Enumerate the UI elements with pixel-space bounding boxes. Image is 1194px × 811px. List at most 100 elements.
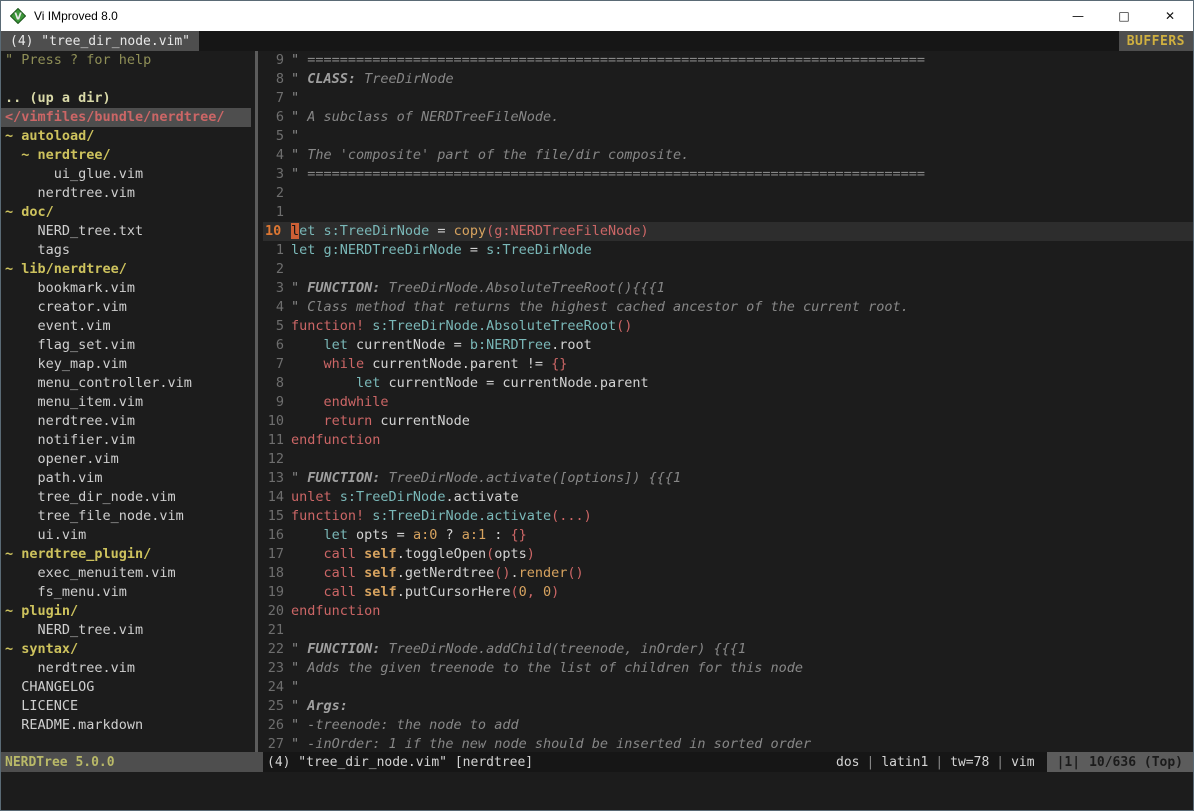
tab-tree-dir-node[interactable]: (4) "tree_dir_node.vim"	[1, 31, 199, 51]
code-line[interactable]: 4" The 'composite' part of the file/dir …	[263, 146, 1193, 165]
tree-item[interactable]: ~ syntax/	[1, 640, 251, 659]
tree-item[interactable]: event.vim	[1, 317, 251, 336]
line-number: 10	[263, 222, 291, 241]
line-number: 9	[263, 51, 291, 70]
tree-item[interactable]: tree_dir_node.vim	[1, 488, 251, 507]
tree-item[interactable]: key_map.vim	[1, 355, 251, 374]
code-line[interactable]: 6" A subclass of NERDTreeFileNode.	[263, 108, 1193, 127]
tree-item[interactable]: " Press ? for help	[1, 51, 251, 70]
code-line[interactable]: 7"	[263, 89, 1193, 108]
code-line[interactable]: 18 call self.getNerdtree().render()	[263, 564, 1193, 583]
code-line[interactable]: 15function! s:TreeDirNode.activate(...)	[263, 507, 1193, 526]
code-line[interactable]: 12	[263, 450, 1193, 469]
code-line[interactable]: 23" Adds the given treenode to the list …	[263, 659, 1193, 678]
code-line[interactable]: 24"	[263, 678, 1193, 697]
code-line[interactable]: 21	[263, 621, 1193, 640]
tree-item[interactable]: creator.vim	[1, 298, 251, 317]
code-line[interactable]: 1let g:NERDTreeDirNode = s:TreeDirNode	[263, 241, 1193, 260]
tree-item[interactable]: flag_set.vim	[1, 336, 251, 355]
code-line[interactable]: 3" =====================================…	[263, 165, 1193, 184]
code-line[interactable]: 11endfunction	[263, 431, 1193, 450]
tree-item[interactable]: </vimfiles/bundle/nerdtree/	[1, 108, 251, 127]
tree-item[interactable]: .. (up a dir)	[1, 89, 251, 108]
close-button[interactable]: ✕	[1147, 1, 1193, 31]
line-number: 3	[263, 165, 291, 184]
cursor-block: l	[291, 223, 299, 239]
tree-item[interactable]: menu_controller.vim	[1, 374, 251, 393]
code-line[interactable]: 10 return currentNode	[263, 412, 1193, 431]
vertical-split-handle[interactable]	[251, 51, 263, 752]
line-text: while currentNode.parent != {}	[291, 355, 567, 374]
code-line[interactable]: 9 endwhile	[263, 393, 1193, 412]
tree-item[interactable]: ui_glue.vim	[1, 165, 251, 184]
line-text: " FUNCTION: TreeDirNode.addChild(treenod…	[291, 640, 746, 659]
nerdtree-panel: " Press ? for help .. (up a dir)</vimfile…	[1, 51, 251, 752]
tree-item[interactable]: ~ autoload/	[1, 127, 251, 146]
tree-item[interactable]: ~ nerdtree/	[1, 146, 251, 165]
tree-item[interactable]: ~ doc/	[1, 203, 251, 222]
code-line[interactable]: 2	[263, 184, 1193, 203]
tree-item[interactable]: LICENCE	[1, 697, 251, 716]
line-number: 8	[263, 374, 291, 393]
tree-item[interactable]: nerdtree.vim	[1, 184, 251, 203]
code-line[interactable]: 19 call self.putCursorHere(0, 0)	[263, 583, 1193, 602]
tree-item[interactable]: nerdtree.vim	[1, 659, 251, 678]
tree-item[interactable]: ui.vim	[1, 526, 251, 545]
tree-item[interactable]: fs_menu.vim	[1, 583, 251, 602]
code-line[interactable]: 6 let currentNode = b:NERDTree.root	[263, 336, 1193, 355]
code-line[interactable]: 4" Class method that returns the highest…	[263, 298, 1193, 317]
code-line[interactable]: 16 let opts = a:0 ? a:1 : {}	[263, 526, 1193, 545]
status-flag: dos	[836, 755, 859, 770]
tree-item[interactable]: tree_file_node.vim	[1, 507, 251, 526]
line-number: 5	[263, 317, 291, 336]
code-line[interactable]: 26" -treenode: the node to add	[263, 716, 1193, 735]
command-line	[1, 772, 1193, 810]
code-line[interactable]: 25" Args:	[263, 697, 1193, 716]
tree-item[interactable]: bookmark.vim	[1, 279, 251, 298]
code-line[interactable]: 8" CLASS: TreeDirNode	[263, 70, 1193, 89]
code-line[interactable]: 5"	[263, 127, 1193, 146]
tree-item[interactable]: opener.vim	[1, 450, 251, 469]
code-line[interactable]: 5function! s:TreeDirNode.AbsoluteTreeRoo…	[263, 317, 1193, 336]
code-line[interactable]: 13" FUNCTION: TreeDirNode.activate([opti…	[263, 469, 1193, 488]
code-line[interactable]: 10let s:TreeDirNode = copy(g:NERDTreeFil…	[263, 222, 1193, 241]
code-line[interactable]: 1	[263, 203, 1193, 222]
line-number: 7	[263, 355, 291, 374]
status-flag: tw=78	[950, 755, 989, 770]
tree-item[interactable]: ~ plugin/	[1, 602, 251, 621]
line-number: 19	[263, 583, 291, 602]
tree-item[interactable]: README.markdown	[1, 716, 251, 735]
code-line[interactable]: 7 while currentNode.parent != {}	[263, 355, 1193, 374]
code-line[interactable]: 20endfunction	[263, 602, 1193, 621]
line-text: "	[291, 678, 299, 697]
tree-item[interactable]: path.vim	[1, 469, 251, 488]
code-line[interactable]: 2	[263, 260, 1193, 279]
tree-item[interactable]: CHANGELOG	[1, 678, 251, 697]
tree-item[interactable]: notifier.vim	[1, 431, 251, 450]
code-line[interactable]: 22" FUNCTION: TreeDirNode.addChild(treen…	[263, 640, 1193, 659]
code-line[interactable]: 8 let currentNode = currentNode.parent	[263, 374, 1193, 393]
tabline-fill	[199, 31, 1119, 51]
line-number: 14	[263, 488, 291, 507]
maximize-button[interactable]: □	[1101, 1, 1147, 31]
tree-item[interactable]: exec_menuitem.vim	[1, 564, 251, 583]
code-line[interactable]: 3" FUNCTION: TreeDirNode.AbsoluteTreeRoo…	[263, 279, 1193, 298]
code-line[interactable]: 17 call self.toggleOpen(opts)	[263, 545, 1193, 564]
minimize-button[interactable]: —	[1055, 1, 1101, 31]
tree-item[interactable]: NERD_tree.vim	[1, 621, 251, 640]
code-line[interactable]: 9" =====================================…	[263, 51, 1193, 70]
tree-item[interactable]: NERD_tree.txt	[1, 222, 251, 241]
editor-window: 9" =====================================…	[263, 51, 1193, 752]
line-number: 8	[263, 70, 291, 89]
tree-item[interactable]: nerdtree.vim	[1, 412, 251, 431]
status-flag: latin1	[881, 755, 928, 770]
tree-item[interactable]: ~ lib/nerdtree/	[1, 260, 251, 279]
tree-item[interactable]: menu_item.vim	[1, 393, 251, 412]
tree-item[interactable]: tags	[1, 241, 251, 260]
line-number: 22	[263, 640, 291, 659]
code-line[interactable]: 14unlet s:TreeDirNode.activate	[263, 488, 1193, 507]
line-text: " Adds the given treenode to the list of…	[291, 659, 803, 678]
tree-item[interactable]: ~ nerdtree_plugin/	[1, 545, 251, 564]
code-line[interactable]: 27" -inOrder: 1 if the new node should b…	[263, 735, 1193, 752]
line-text: let s:TreeDirNode = copy(g:NERDTreeFileN…	[291, 222, 649, 241]
